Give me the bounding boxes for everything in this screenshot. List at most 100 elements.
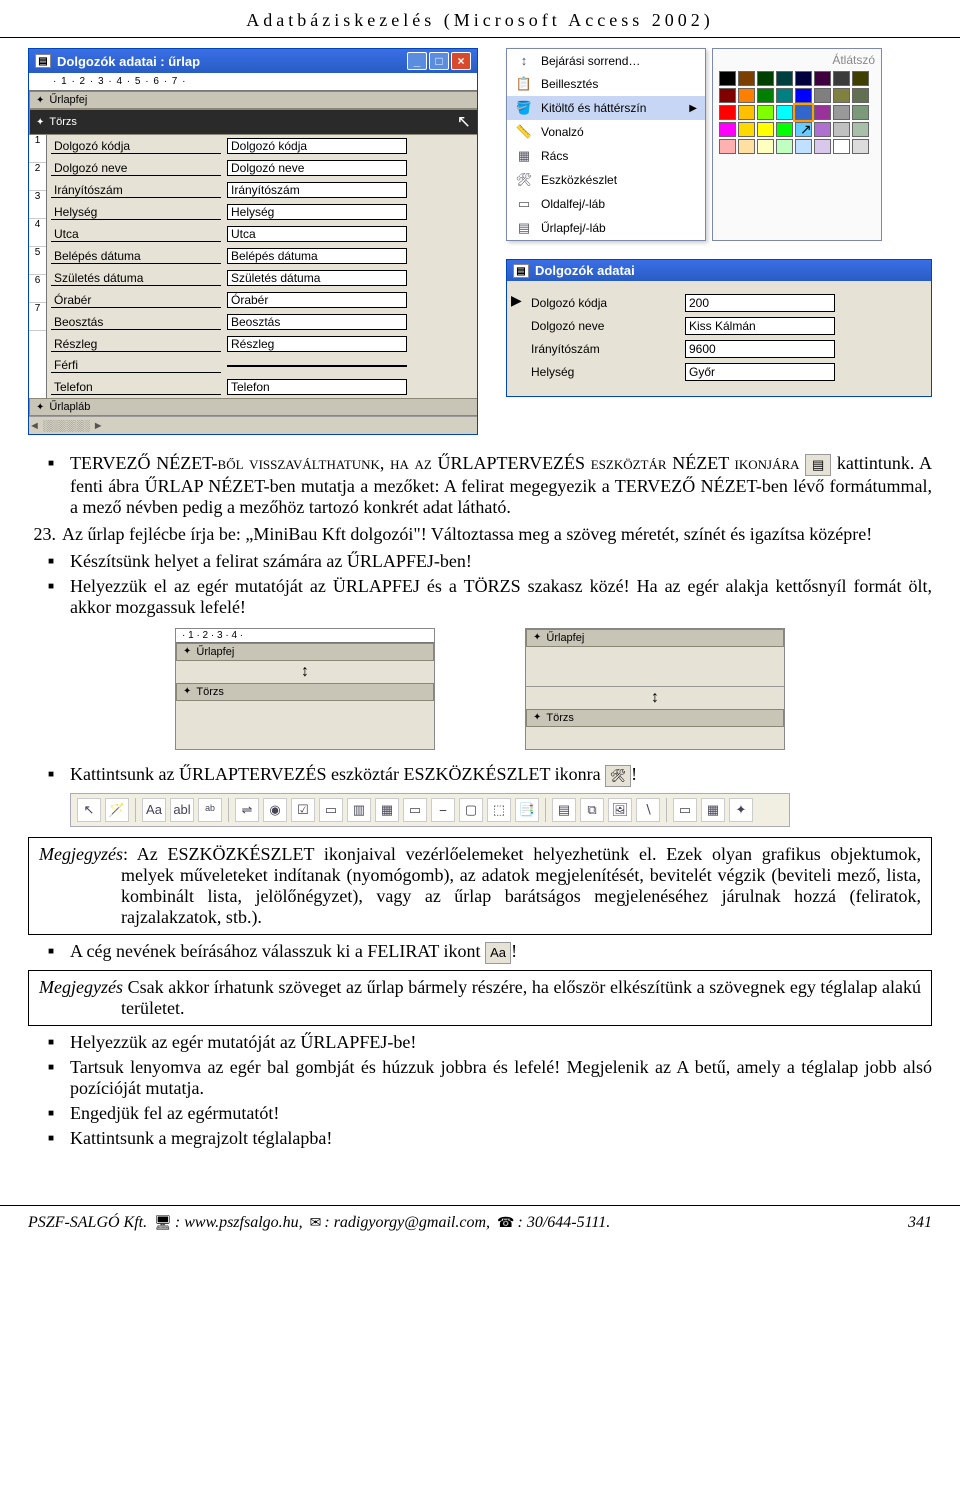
- color-swatch[interactable]: [719, 105, 736, 120]
- toolbox-button[interactable]: ◉: [263, 798, 287, 822]
- window-titlebar[interactable]: ▤ Dolgozók adatai : űrlap _ □ ×: [29, 49, 477, 73]
- color-swatch[interactable]: [833, 88, 850, 103]
- designer-field-row[interactable]: ÓrabérÓrabér: [47, 289, 477, 311]
- color-swatch[interactable]: [776, 105, 793, 120]
- designer-field-row[interactable]: Férfi: [47, 355, 477, 376]
- toolbox-button[interactable]: ⬚: [487, 798, 511, 822]
- menu-item[interactable]: ▭Oldalfej/-láb: [507, 192, 705, 216]
- color-swatch[interactable]: [852, 139, 869, 154]
- color-swatch[interactable]: [795, 139, 812, 154]
- field-source[interactable]: Telefon: [227, 379, 407, 395]
- color-swatch[interactable]: [776, 71, 793, 86]
- toolbox-button[interactable]: 🪄: [105, 798, 129, 822]
- color-swatch[interactable]: [719, 71, 736, 86]
- field-label[interactable]: Irányítószám: [51, 183, 221, 198]
- field-label[interactable]: Részleg: [51, 337, 221, 352]
- field-label[interactable]: Dolgozó neve: [51, 161, 221, 176]
- field-label[interactable]: Férfi: [51, 358, 221, 373]
- field-label[interactable]: Órabér: [51, 293, 221, 308]
- menu-item[interactable]: 🪣Kitöltő és háttérszín▶: [507, 96, 705, 120]
- color-swatch[interactable]: [795, 71, 812, 86]
- field-input[interactable]: [685, 294, 835, 312]
- designer-field-row[interactable]: Beosztás Beosztás: [47, 311, 477, 333]
- toolbox-button[interactable]: ↖: [77, 798, 101, 822]
- field-source[interactable]: Utca: [227, 226, 407, 242]
- designer-field-row[interactable]: Utca Utca: [47, 223, 477, 245]
- color-swatch[interactable]: [833, 105, 850, 120]
- designer-field-row[interactable]: Dolgozó kódjaDolgozó kódja: [47, 135, 477, 157]
- color-swatch[interactable]: [814, 71, 831, 86]
- color-swatch[interactable]: [833, 71, 850, 86]
- color-swatch[interactable]: [833, 122, 850, 137]
- menu-item[interactable]: ▦Rács: [507, 144, 705, 168]
- field-source[interactable]: Irányítószám: [227, 182, 407, 198]
- color-swatch[interactable]: [814, 88, 831, 103]
- field-label[interactable]: Utca: [51, 227, 221, 242]
- color-swatch[interactable]: [852, 71, 869, 86]
- field-source[interactable]: Beosztás: [227, 314, 407, 330]
- color-swatch[interactable]: [776, 139, 793, 154]
- color-swatch[interactable]: [852, 122, 869, 137]
- maximize-button[interactable]: □: [429, 52, 449, 70]
- toolbox-button[interactable]: Aa: [142, 798, 166, 822]
- color-swatch[interactable]: [738, 88, 755, 103]
- designer-field-row[interactable]: Dolgozó neve Dolgozó neve: [47, 157, 477, 179]
- color-swatch[interactable]: [757, 71, 774, 86]
- band-form-footer[interactable]: ✦ Űrlapláb: [29, 398, 477, 416]
- field-input[interactable]: [685, 340, 835, 358]
- close-button[interactable]: ×: [451, 52, 471, 70]
- toolbox-button[interactable]: ᵃᵇ: [198, 798, 222, 822]
- toolbox-button[interactable]: ▦: [701, 798, 725, 822]
- color-swatch[interactable]: [852, 88, 869, 103]
- toolbox-button[interactable]: 📑: [515, 798, 539, 822]
- color-swatch[interactable]: [757, 122, 774, 137]
- toolbox-button[interactable]: ∖: [636, 798, 660, 822]
- color-swatch[interactable]: [738, 105, 755, 120]
- toolbox-button[interactable]: ✦: [729, 798, 753, 822]
- color-swatch[interactable]: [776, 88, 793, 103]
- color-swatch[interactable]: [833, 139, 850, 154]
- color-swatch[interactable]: [719, 139, 736, 154]
- menu-item[interactable]: ▤Űrlapfej/-láb: [507, 216, 705, 240]
- menu-item[interactable]: 📏Vonalzó: [507, 120, 705, 144]
- color-swatch[interactable]: [738, 71, 755, 86]
- menu-item[interactable]: 📋Beillesztés: [507, 72, 705, 96]
- toolbox-button[interactable]: ▢: [459, 798, 483, 822]
- color-swatch[interactable]: [814, 122, 831, 137]
- field-source[interactable]: Születés dátuma: [227, 270, 407, 286]
- scrollbar-horizontal[interactable]: ◄ ░░░░░░ ►: [29, 416, 477, 434]
- field-source[interactable]: Dolgozó kódja: [227, 138, 407, 154]
- color-swatch[interactable]: [795, 105, 812, 120]
- color-swatch[interactable]: [814, 105, 831, 120]
- color-swatch[interactable]: [738, 122, 755, 137]
- color-swatch[interactable]: [757, 139, 774, 154]
- window-titlebar[interactable]: ▤ Dolgozók adatai: [507, 260, 931, 281]
- record-selector[interactable]: ▶: [511, 293, 522, 310]
- designer-field-row[interactable]: Irányítószám Irányítószám: [47, 179, 477, 201]
- menu-item[interactable]: ↕Bejárási sorrend…: [507, 49, 705, 72]
- designer-field-row[interactable]: Telefon Telefon: [47, 376, 477, 398]
- field-source[interactable]: Belépés dátuma: [227, 248, 407, 264]
- menu-item[interactable]: 🛠Eszközkészlet: [507, 168, 705, 192]
- color-swatch[interactable]: [757, 105, 774, 120]
- field-label[interactable]: Születés dátuma: [51, 271, 221, 286]
- color-swatch[interactable]: [852, 105, 869, 120]
- field-label[interactable]: Telefon: [51, 380, 221, 395]
- toolbox-button[interactable]: ☑: [291, 798, 315, 822]
- color-swatch[interactable]: [719, 88, 736, 103]
- field-label[interactable]: Helység: [51, 205, 221, 220]
- toolbox-button[interactable]: ▤: [552, 798, 576, 822]
- field-input[interactable]: [685, 317, 835, 335]
- toolbox-button[interactable]: 🖼: [608, 798, 632, 822]
- designer-field-row[interactable]: RészlegRészleg: [47, 333, 477, 355]
- color-swatch[interactable]: [795, 88, 812, 103]
- field-source[interactable]: [227, 365, 407, 367]
- field-input[interactable]: [685, 363, 835, 381]
- field-label[interactable]: Beosztás: [51, 315, 221, 330]
- field-source[interactable]: Dolgozó neve: [227, 160, 407, 176]
- toolbox-button[interactable]: ⧉: [580, 798, 604, 822]
- toolbox-button[interactable]: ⎯: [431, 798, 455, 822]
- designer-field-row[interactable]: Születés dátuma Születés dátuma: [47, 267, 477, 289]
- color-swatch[interactable]: [757, 88, 774, 103]
- color-swatch[interactable]: [776, 122, 793, 137]
